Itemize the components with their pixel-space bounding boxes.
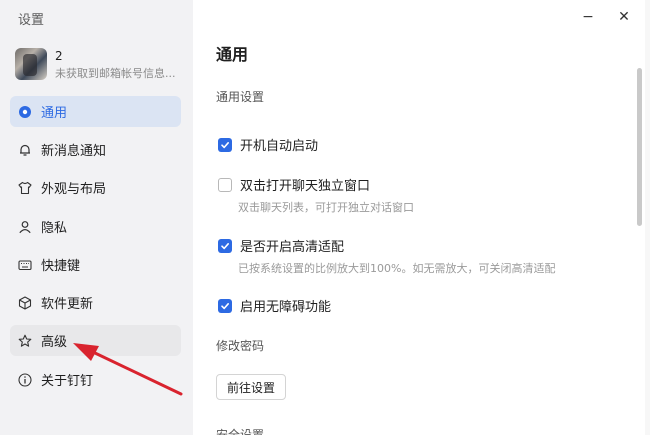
- checkbox-checked[interactable]: [218, 238, 232, 253]
- keyboard-icon: [18, 258, 32, 272]
- scrollbar-thumb[interactable]: [637, 68, 642, 226]
- sidebar-item-label: 新消息通知: [41, 144, 107, 159]
- check-icon: [221, 141, 229, 148]
- section-title-general: 通用设置: [216, 90, 265, 104]
- sidebar-item-about[interactable]: 关于钉钉: [10, 364, 181, 395]
- info-icon: [18, 372, 32, 387]
- sidebar-item-label: 软件更新: [41, 297, 94, 312]
- option-label: 开机自动启动: [240, 139, 319, 154]
- person-icon: [18, 220, 32, 234]
- profile-subtitle: 未获取到邮箱帐号信息...: [55, 67, 176, 80]
- shirt-icon: [18, 181, 32, 195]
- option-description: 已按系统设置的比例放大到100%。如无需放大，可关闭高清适配: [238, 262, 556, 275]
- sidebar-item-update[interactable]: 软件更新: [10, 287, 181, 318]
- checkbox-checked[interactable]: [218, 298, 232, 313]
- option-description: 双击聊天列表，可打开独立对话窗口: [238, 201, 414, 214]
- option-accessibility[interactable]: 启用无障碍功能: [218, 296, 331, 315]
- section-title-password: 修改密码: [216, 339, 265, 353]
- option-double-click-window[interactable]: 双击打开聊天独立窗口: [218, 175, 370, 194]
- checkbox-unchecked[interactable]: [218, 177, 232, 192]
- sidebar-item-advanced[interactable]: 高级: [10, 325, 181, 356]
- option-label: 启用无障碍功能: [240, 300, 332, 315]
- sidebar-item-label: 隐私: [41, 221, 68, 236]
- section-title-security: 安全设置: [216, 428, 265, 435]
- option-hd-adapt[interactable]: 是否开启高清适配: [218, 236, 344, 255]
- settings-title: 设置: [18, 13, 45, 28]
- settings-panel: − ✕ 通用 通用设置 开机自动启动 双击打开聊天独立窗口 双击聊天列表，可打开…: [193, 0, 650, 435]
- sidebar: 设置 2 未获取到邮箱帐号信息... 通用 新消息通知 外观与布局 隐私 快捷键: [0, 0, 193, 435]
- window-edge: [645, 0, 650, 435]
- page-title: 通用: [216, 45, 249, 64]
- avatar[interactable]: [15, 48, 47, 80]
- sidebar-item-shortcuts[interactable]: 快捷键: [10, 249, 181, 280]
- minimize-button[interactable]: −: [577, 6, 599, 28]
- profile-name: 2: [55, 49, 63, 63]
- option-label: 双击打开聊天独立窗口: [240, 179, 371, 194]
- sidebar-item-label: 外观与布局: [41, 182, 107, 197]
- sidebar-item-label: 关于钉钉: [41, 374, 94, 389]
- check-icon: [221, 242, 229, 249]
- general-icon: [18, 105, 32, 119]
- sidebar-item-privacy[interactable]: 隐私: [10, 211, 181, 242]
- close-button[interactable]: ✕: [613, 6, 635, 28]
- star-icon: [18, 334, 32, 348]
- bell-icon: [18, 143, 32, 157]
- sidebar-item-appearance[interactable]: 外观与布局: [10, 172, 181, 203]
- sidebar-item-label: 快捷键: [41, 259, 81, 274]
- option-auto-start[interactable]: 开机自动启动: [218, 135, 318, 154]
- sidebar-item-label: 高级: [41, 335, 68, 350]
- checkbox-checked[interactable]: [218, 137, 232, 152]
- cube-icon: [18, 295, 32, 310]
- profile-card[interactable]: 2 未获取到邮箱帐号信息...: [15, 48, 190, 82]
- check-icon: [221, 302, 229, 309]
- goto-settings-button[interactable]: 前往设置: [216, 374, 287, 400]
- sidebar-item-label: 通用: [41, 106, 68, 121]
- option-label: 是否开启高清适配: [240, 240, 345, 255]
- sidebar-item-notifications[interactable]: 新消息通知: [10, 134, 181, 165]
- sidebar-item-general[interactable]: 通用: [10, 96, 181, 127]
